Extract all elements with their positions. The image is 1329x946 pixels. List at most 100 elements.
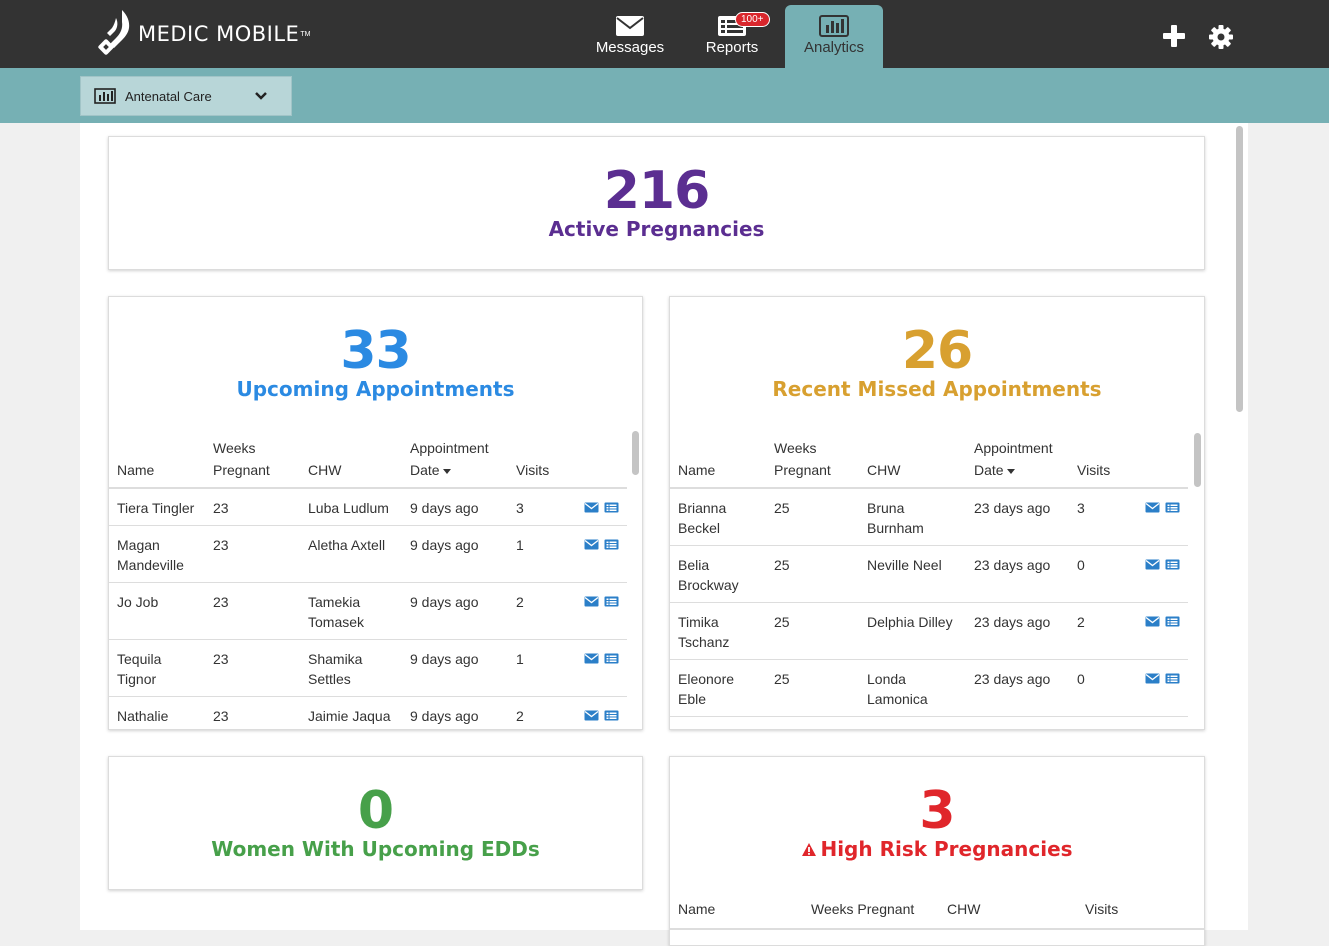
tab-messages[interactable]: Messages	[582, 5, 678, 68]
view-reports-icon[interactable]	[1165, 616, 1180, 627]
patient-name-line: Magan	[117, 537, 160, 553]
visit-count: 0	[1077, 671, 1085, 687]
row-actions	[1145, 502, 1180, 513]
send-message-icon[interactable]	[1145, 502, 1160, 513]
send-message-icon[interactable]	[584, 502, 599, 513]
appointment-date: 9 days ago	[410, 594, 479, 610]
view-reports-icon[interactable]	[1165, 673, 1180, 684]
visit-count: 2	[1077, 614, 1085, 630]
chw-name-line: Tamekia	[308, 594, 361, 610]
tab-analytics[interactable]: Analytics	[785, 5, 883, 68]
bar-chart-icon	[94, 88, 116, 104]
send-message-icon[interactable]	[584, 539, 599, 550]
chw-name-line: Burnham	[867, 520, 924, 536]
chw-name: Tamekia Tomasek	[308, 592, 364, 632]
table-scrollbar-thumb[interactable]	[632, 431, 639, 475]
patient-name-line: Tignor	[117, 671, 157, 687]
row-actions	[1145, 559, 1180, 570]
upcoming-appointments-label: Upcoming Appointments	[236, 377, 515, 401]
column-header-appointment: Appointment	[974, 440, 1053, 456]
table-scrollbar-thumb[interactable]	[1194, 433, 1201, 487]
send-message-icon[interactable]	[1145, 616, 1160, 627]
tab-messages-label: Messages	[595, 39, 665, 56]
column-header-date-label: Date	[410, 462, 440, 478]
appointment-date: 23 days ago	[974, 557, 1051, 573]
tab-reports[interactable]: 100+ Reports	[683, 5, 781, 68]
gear-icon[interactable]	[1208, 24, 1234, 50]
chw-name-line: Bruna	[867, 500, 905, 516]
weeks-pregnant: 23	[213, 708, 229, 724]
row-actions	[1145, 616, 1180, 627]
appointment-date: 23 days ago	[974, 500, 1051, 516]
missed-appointments-label: Recent Missed Appointments	[772, 377, 1102, 401]
chw-name: Delphia Dilley	[867, 612, 953, 632]
chw-name-line: Luba Ludlum	[308, 500, 389, 516]
upcoming-appointments-card: 33 Upcoming Appointments Name Weeks Preg…	[108, 296, 643, 730]
chw-name-line: Neville Neel	[867, 557, 942, 573]
send-message-icon[interactable]	[1145, 673, 1160, 684]
column-header-weeks-pregnant: Pregnant	[213, 462, 270, 478]
chw-name: Neville Neel	[867, 555, 942, 575]
view-reports-icon[interactable]	[1165, 502, 1180, 513]
column-header-name: Name	[678, 901, 716, 917]
chw-name-line: Jaimie Jaqua	[308, 708, 391, 724]
view-reports-icon[interactable]	[604, 539, 619, 550]
appointment-date: 9 days ago	[410, 651, 479, 667]
chw-name-line: Shamika	[308, 651, 363, 667]
patient-name-line: Tiera Tingler	[117, 500, 195, 516]
view-reports-icon[interactable]	[604, 596, 619, 607]
chw-name: Jaimie Jaqua	[308, 706, 391, 726]
table-row[interactable]: Belia Brockway 25 Neville Neel 23 days ago 0	[670, 546, 1188, 603]
table-row[interactable]: Magan Mandeville 23 Aletha Axtell 9 days ago…	[109, 526, 627, 583]
chw-name: Aletha Axtell	[308, 535, 385, 555]
column-header-appointment-date[interactable]: Date	[410, 459, 451, 481]
table-row[interactable]: Brianna Beckel 25 Bruna Burnham 23 days ago 3	[670, 489, 1188, 546]
view-reports-icon[interactable]	[604, 653, 619, 664]
send-message-icon[interactable]	[1145, 559, 1160, 570]
patient-name-line: Jo Job	[117, 594, 159, 610]
send-message-icon[interactable]	[584, 653, 599, 664]
send-message-icon[interactable]	[584, 710, 599, 721]
patient-name-line: Brockway	[678, 577, 739, 593]
column-header-appointment-date[interactable]: Date	[974, 459, 1015, 481]
filter-bar: Antenatal Care	[0, 68, 1329, 123]
chw-name-line: Londa	[867, 671, 906, 687]
reports-count-badge: 100+	[735, 12, 770, 27]
upcoming-edds-count: 0	[357, 781, 394, 841]
patient-name: Nathalie	[117, 706, 168, 726]
appointment-date: 23 days ago	[974, 671, 1051, 687]
chw-name: Shamika Settles	[308, 649, 362, 689]
view-reports-icon[interactable]	[604, 710, 619, 721]
upcoming-edds-card: 0 Women With Upcoming EDDs	[108, 756, 643, 890]
column-header-name: Name	[678, 462, 716, 478]
chw-name-line: Aletha Axtell	[308, 537, 386, 553]
send-message-icon[interactable]	[584, 596, 599, 607]
chw-name: Bruna Burnham	[867, 498, 924, 538]
chw-name: Luba Ludlum	[308, 498, 389, 518]
table-row[interactable]: Tiera Tingler 23 Luba Ludlum 9 days ago 3	[109, 489, 627, 526]
missed-appointments-count: 26	[901, 321, 973, 381]
high-risk-count: 3	[919, 781, 955, 841]
analytics-module-select[interactable]: Antenatal Care	[80, 76, 292, 116]
table-row[interactable]: Eleonore Eble 25 Londa Lamonica 23 days ago 0	[670, 660, 1188, 717]
table-row[interactable]: Tequila Tignor 23 Shamika Settles 9 days ago 1	[109, 640, 627, 697]
medic-mobile-logo[interactable]: MEDIC MOBILE TM	[96, 6, 310, 62]
row-actions	[584, 710, 619, 721]
appointment-date: 23 days ago	[974, 614, 1051, 630]
column-header-weeks-pregnant: Pregnant	[774, 462, 831, 478]
patient-name-line: Brianna	[678, 500, 727, 516]
bar-chart-icon	[819, 15, 849, 37]
visit-count: 1	[516, 537, 524, 553]
view-reports-icon[interactable]	[604, 502, 619, 513]
page-scrollbar-thumb[interactable]	[1236, 126, 1243, 412]
plus-icon[interactable]	[1162, 24, 1186, 48]
appointment-date: 9 days ago	[410, 537, 479, 553]
table-row[interactable]: Jo Job 23 Tamekia Tomasek 9 days ago 2	[109, 583, 627, 640]
table-row[interactable]: Timika Tschanz 25 Delphia Dilley 23 days ago…	[670, 603, 1188, 660]
visit-count: 3	[1077, 500, 1085, 516]
chw-name-line: Tomasek	[308, 614, 365, 630]
patient-name: Tequila Tignor	[117, 649, 161, 689]
table-row[interactable]: Nathalie 23 Jaimie Jaqua 9 days ago 2	[109, 697, 627, 729]
page-scrollbar[interactable]	[1234, 126, 1245, 930]
view-reports-icon[interactable]	[1165, 559, 1180, 570]
